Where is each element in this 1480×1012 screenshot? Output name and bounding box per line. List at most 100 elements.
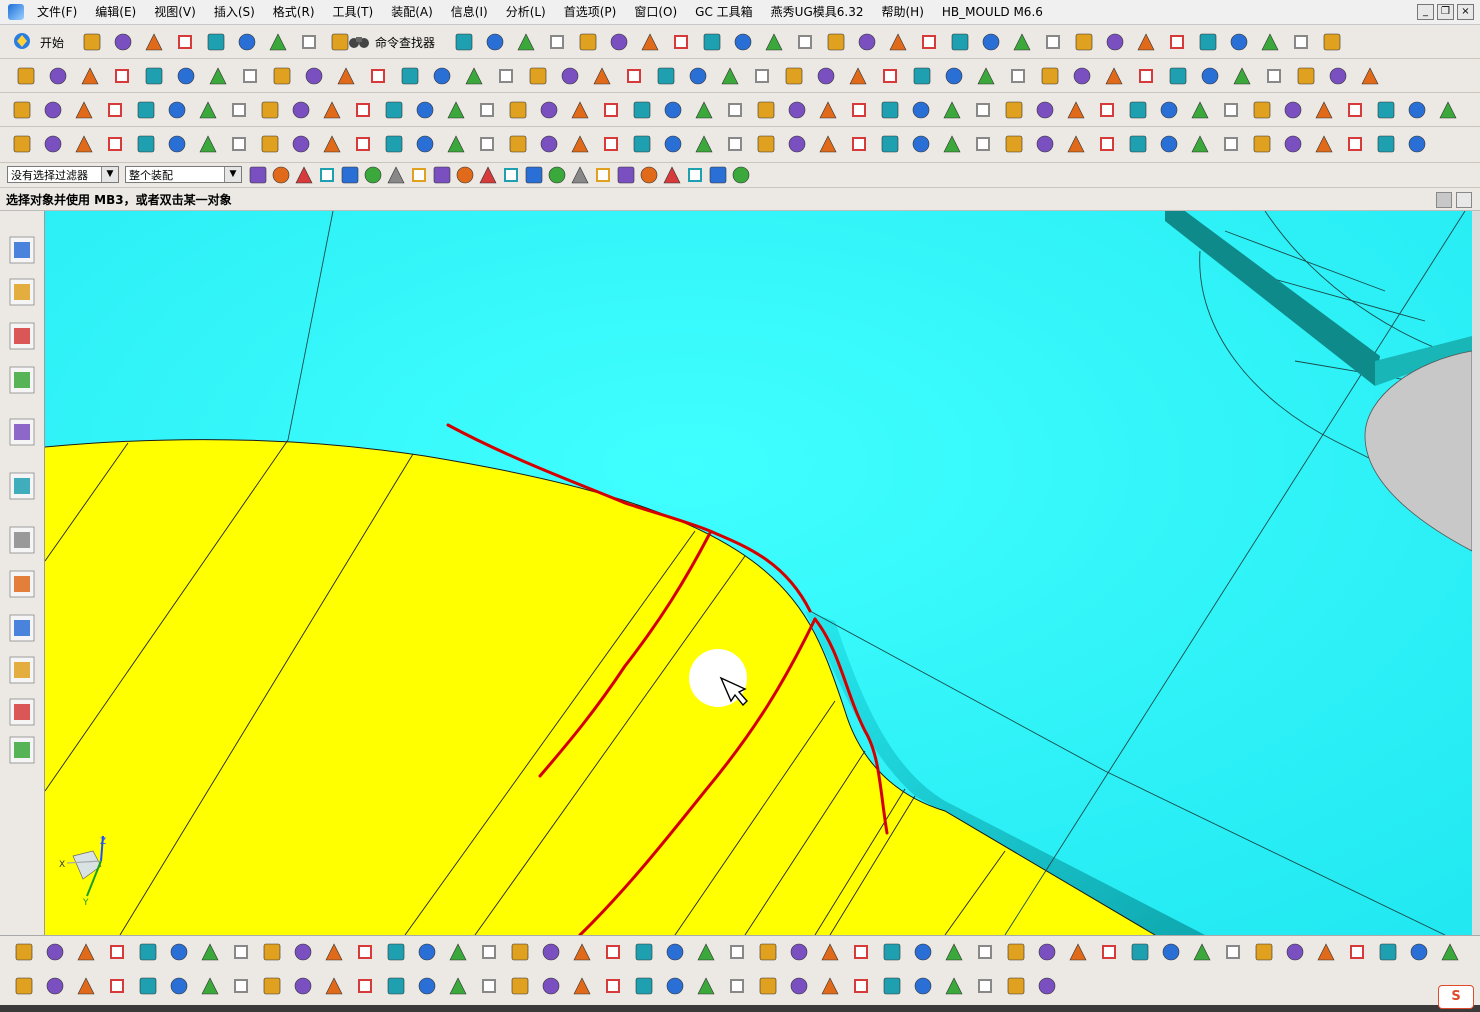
toolbar-tool-icon[interactable] <box>145 33 163 51</box>
toolbar-tool-icon[interactable] <box>635 977 653 995</box>
toolbar-tool-icon[interactable] <box>854 979 868 993</box>
toolbar-tool-icon[interactable] <box>1348 103 1362 117</box>
toolbar-tool-icon[interactable] <box>912 101 930 119</box>
menu-tools[interactable]: 工具(T) <box>324 0 383 24</box>
toolbar-tool-icon[interactable] <box>1191 101 1209 119</box>
toolbar-tool-icon[interactable] <box>525 166 543 184</box>
toolbar-tool-icon[interactable] <box>1106 33 1124 51</box>
toolbar-tool-icon[interactable] <box>232 103 246 117</box>
toolbar-tool-icon[interactable] <box>77 943 95 961</box>
toolbar-tool-icon[interactable] <box>1201 67 1219 85</box>
toolbar-tool-icon[interactable] <box>412 168 426 182</box>
toolbar-tool-icon[interactable] <box>640 166 658 184</box>
toolbar-tool-icon[interactable] <box>1046 35 1060 49</box>
toolbar-tool-icon[interactable] <box>305 67 323 85</box>
toolbar-standard-icons[interactable] <box>0 25 1480 59</box>
toolbar-tool-icon[interactable] <box>77 977 95 995</box>
toolbar-tool-icon[interactable] <box>978 979 992 993</box>
toolbar-tool-icon[interactable] <box>517 33 535 51</box>
menu-gc-toolbox[interactable]: GC 工具箱 <box>686 0 762 24</box>
toolbar-tool-icon[interactable] <box>788 101 806 119</box>
toolbar-tool-icon[interactable] <box>110 979 124 993</box>
toolbar-tool-icon[interactable] <box>1408 101 1426 119</box>
toolbar-mold-standard-parts-icons[interactable] <box>0 969 1480 1005</box>
toolbar-tool-icon[interactable] <box>1139 69 1153 83</box>
toolbar-tool-icon[interactable] <box>44 135 62 153</box>
toolbar-tool-icon[interactable] <box>912 135 930 153</box>
status-expand-button[interactable] <box>1456 192 1472 208</box>
toolbar-tool-icon[interactable] <box>139 943 157 961</box>
toolbar-mold-tools-icons[interactable] <box>0 127 1480 163</box>
toolbar-tool-icon[interactable] <box>449 943 467 961</box>
toolbar-tool-icon[interactable] <box>243 69 257 83</box>
toolbar-tool-icon[interactable] <box>633 135 651 153</box>
toolbar-tool-icon[interactable] <box>1013 33 1031 51</box>
toolbar-tool-icon[interactable] <box>734 33 752 51</box>
toolbar-tool-icon[interactable] <box>1170 35 1184 49</box>
toolbar-tool-icon[interactable] <box>325 977 343 995</box>
minimize-button[interactable]: _ <box>1417 4 1434 20</box>
toolbar-tool-icon[interactable] <box>479 166 497 184</box>
toolbar-tool-icon[interactable] <box>234 979 248 993</box>
toolbar-tool-icon[interactable] <box>730 945 744 959</box>
resource-tab-icon[interactable] <box>9 472 35 500</box>
toolbar-tool-icon[interactable] <box>573 977 591 995</box>
toolbar-tool-icon[interactable] <box>482 979 496 993</box>
resource-tab-icon[interactable] <box>9 570 35 598</box>
toolbar-tool-icon[interactable] <box>1408 135 1426 153</box>
toolbar-tool-icon[interactable] <box>633 101 651 119</box>
toolbar-tool-icon[interactable] <box>593 67 611 85</box>
toolbar-tool-icon[interactable] <box>951 33 969 51</box>
toolbar-tool-icon[interactable] <box>977 67 995 85</box>
toolbar-tool-icon[interactable] <box>883 943 901 961</box>
toolbar-tool-icon[interactable] <box>1169 67 1187 85</box>
toolbar-tool-icon[interactable] <box>449 977 467 995</box>
toolbar-tool-icon[interactable] <box>788 135 806 153</box>
toolbar-tool-icon[interactable] <box>548 166 566 184</box>
toolbar-tool-icon[interactable] <box>732 166 750 184</box>
toolbar-tool-icon[interactable] <box>511 977 529 995</box>
toolbar-tool-icon[interactable] <box>482 945 496 959</box>
toolbar-tool-icon[interactable] <box>323 135 341 153</box>
toolbar-tool-icon[interactable] <box>945 67 963 85</box>
toolbar-tool-icon[interactable] <box>341 166 359 184</box>
toolbar-tool-icon[interactable] <box>1005 135 1023 153</box>
toolbar-tool-icon[interactable] <box>75 135 93 153</box>
toolbar-tool-icon[interactable] <box>1315 101 1333 119</box>
toolbar-tool-icon[interactable] <box>852 137 866 151</box>
toolbar-tool-icon[interactable] <box>1233 67 1251 85</box>
toolbar-tool-icon[interactable] <box>663 166 681 184</box>
toolbar-tool-icon[interactable] <box>943 101 961 119</box>
toolbar-tool-icon[interactable] <box>542 943 560 961</box>
toolbar-tool-icon[interactable] <box>1253 101 1271 119</box>
toolbar-tool-icon[interactable] <box>883 69 897 83</box>
toolbar-tool-icon[interactable] <box>170 977 188 995</box>
toolbar-tool-icon[interactable] <box>627 69 641 83</box>
toolbar-tool-icon[interactable] <box>664 135 682 153</box>
resource-tab-icon[interactable] <box>9 736 35 764</box>
toolbar-tool-icon[interactable] <box>821 977 839 995</box>
close-button[interactable]: × <box>1457 4 1474 20</box>
toolbar-tool-icon[interactable] <box>465 67 483 85</box>
menu-window[interactable]: 窗口(O) <box>625 0 686 24</box>
toolbar-tool-icon[interactable] <box>529 67 547 85</box>
restore-button[interactable]: ❐ <box>1437 4 1454 20</box>
toolbar-tool-icon[interactable] <box>883 977 901 995</box>
toolbar-tool-icon[interactable] <box>401 67 419 85</box>
toolbar-tool-icon[interactable] <box>1160 135 1178 153</box>
toolbar-tool-icon[interactable] <box>945 943 963 961</box>
viewport-scrollbar[interactable] <box>1472 211 1480 935</box>
toolbar-tool-icon[interactable] <box>697 943 715 961</box>
toolbar-tool-icon[interactable] <box>81 67 99 85</box>
toolbar-tool-icon[interactable] <box>1038 943 1056 961</box>
toolbar-tool-icon[interactable] <box>1038 977 1056 995</box>
toolbar-tool-icon[interactable] <box>703 33 721 51</box>
menu-preferences[interactable]: 首选项(P) <box>555 0 626 24</box>
toolbar-tool-icon[interactable] <box>1379 943 1397 961</box>
toolbar-tool-icon[interactable] <box>913 67 931 85</box>
toolbar-tool-icon[interactable] <box>978 945 992 959</box>
resource-tab-icon[interactable] <box>9 698 35 726</box>
menu-analysis[interactable]: 分析(L) <box>497 0 555 24</box>
toolbar-tool-icon[interactable] <box>1323 33 1341 51</box>
toolbar-tool-icon[interactable] <box>1007 977 1025 995</box>
